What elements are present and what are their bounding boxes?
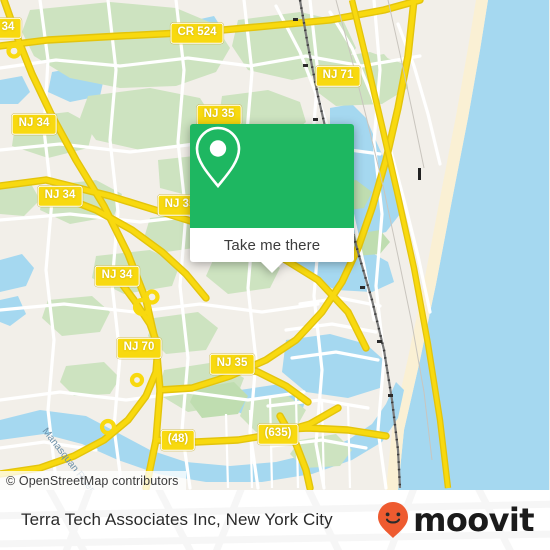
moovit-smiley-pin-icon xyxy=(378,502,409,538)
road-shield: (48) xyxy=(160,429,196,451)
take-me-there-button[interactable]: Take me there xyxy=(190,228,354,262)
road-shield: NJ 35 xyxy=(196,104,242,126)
moovit-logo[interactable]: moovit xyxy=(376,490,535,550)
moovit-wordmark: moovit xyxy=(413,501,534,539)
map-pin-icon xyxy=(195,126,241,189)
road-shield: NJ 35 xyxy=(209,353,255,375)
road-shield: (635) xyxy=(257,423,299,445)
popup-header xyxy=(190,124,354,228)
take-me-there-label: Take me there xyxy=(223,236,321,254)
road-shield: NJ 34 xyxy=(37,185,83,207)
road-shield: NJ 34 xyxy=(94,265,140,287)
road-shield: 34 xyxy=(0,17,22,39)
osm-attribution-label: © OpenStreetMap contributors xyxy=(6,473,179,488)
screenshot-root: Manasquan River 34 CR 524 NJ 71 NJ 35 NJ… xyxy=(0,0,550,550)
popup-tail xyxy=(261,262,283,273)
page-title-label: Terra Tech Associates Inc, New York City xyxy=(21,510,333,529)
page-title: Terra Tech Associates Inc, New York City xyxy=(21,490,333,550)
map-canvas[interactable]: Manasquan River 34 CR 524 NJ 71 NJ 35 NJ… xyxy=(0,0,550,490)
road-shield: NJ 70 xyxy=(116,337,162,359)
road-shield: NJ 34 xyxy=(11,113,57,135)
road-shield: CR 524 xyxy=(170,22,224,44)
osm-attribution[interactable]: © OpenStreetMap contributors xyxy=(0,471,186,490)
footer-bar: Terra Tech Associates Inc, New York City… xyxy=(0,490,550,550)
road-shield: NJ 71 xyxy=(315,65,361,87)
map-popup-card[interactable]: Take me there xyxy=(190,124,354,273)
